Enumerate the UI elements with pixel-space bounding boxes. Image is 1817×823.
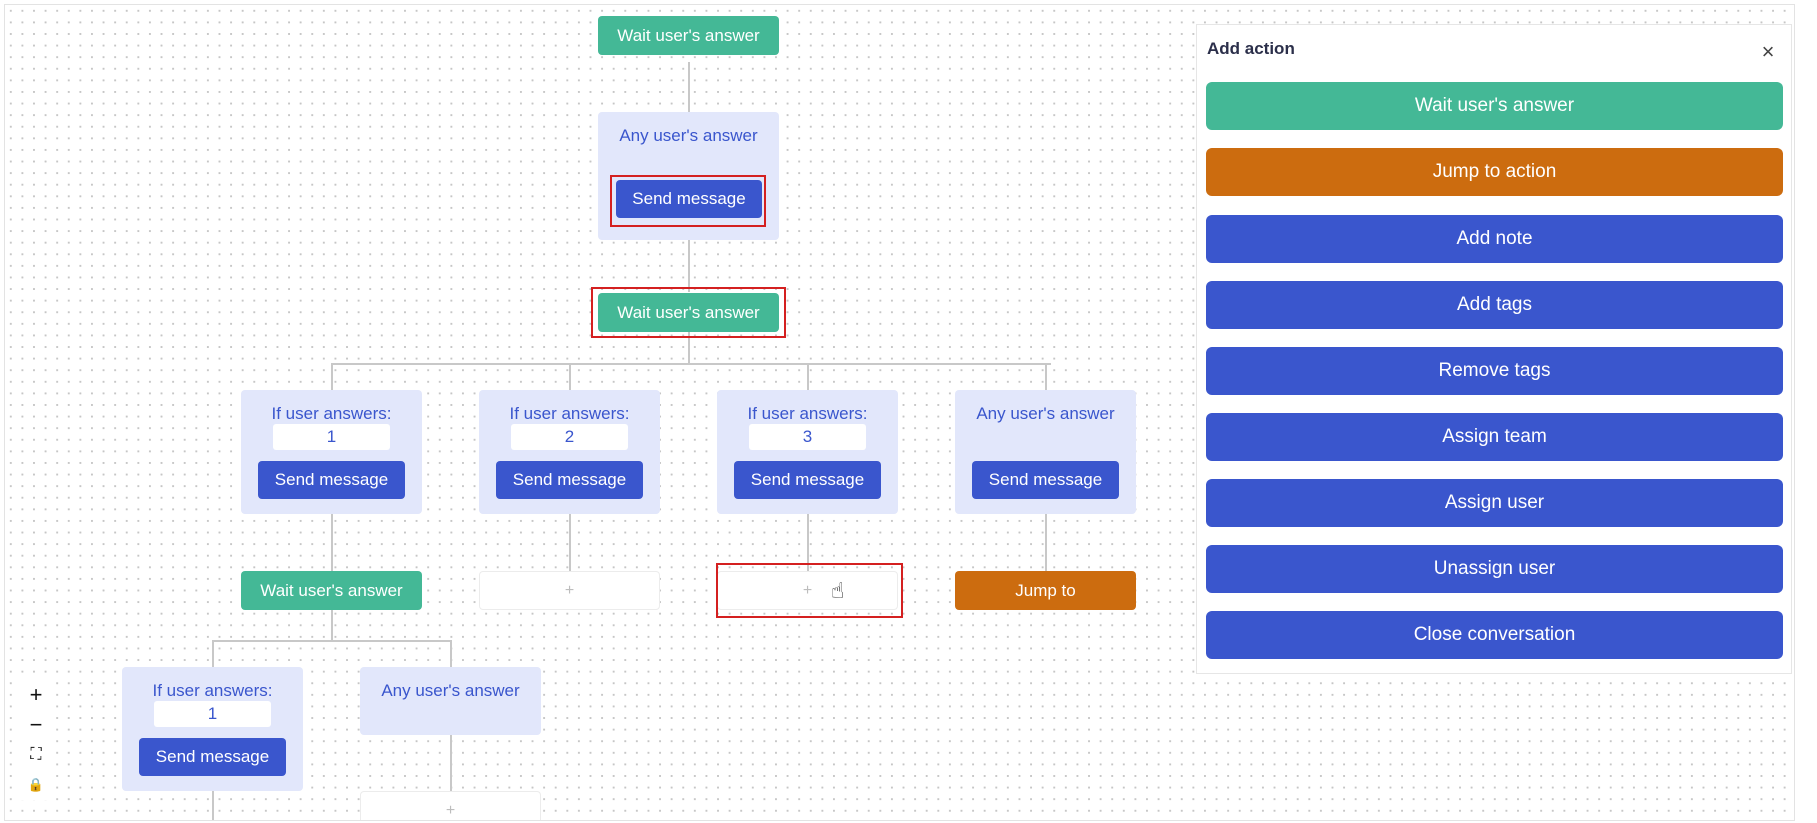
action-remove-tags-button[interactable]: Remove tags [1206,347,1783,395]
wait-answer-node[interactable]: Wait user's answer [598,16,779,55]
send-message-button[interactable]: Send message [258,461,405,499]
send-message-button[interactable]: Send message [496,461,643,499]
zoom-in-button[interactable]: + [21,680,51,710]
edge [569,363,571,391]
edge [569,513,571,573]
add-action-placeholder[interactable]: + [717,571,898,610]
any-answer-node[interactable]: Any user's answer Send message [598,112,779,240]
wait-answer-node[interactable]: Wait user's answer [598,293,779,332]
panel-title: Add action [1207,39,1295,58]
edge [688,62,690,116]
send-message-button[interactable]: Send message [139,738,286,776]
if-answers-node[interactable]: If user answers: 2 Send message [479,390,660,514]
edge [212,640,452,642]
edge [450,735,452,795]
edge [807,513,809,573]
action-close-conversation-button[interactable]: Close conversation [1206,611,1783,659]
if-answers-label: If user answers: [747,404,868,423]
zoom-out-button[interactable]: − [21,710,51,740]
close-icon[interactable]: × [1757,39,1779,64]
lock-button[interactable]: 🔒 [21,770,51,800]
fit-view-button[interactable]: ⛶ [21,740,51,770]
edge [331,363,333,391]
any-answer-label: Any user's answer [381,681,520,700]
any-answer-node[interactable]: Any user's answer Send message [955,390,1136,514]
action-assign-user-button[interactable]: Assign user [1206,479,1783,527]
if-answers-label: If user answers: [271,404,392,423]
add-action-placeholder[interactable]: + [479,571,660,610]
if-answers-label: If user answers: [509,404,630,423]
answer-value[interactable]: 1 [154,701,271,727]
add-action-placeholder[interactable]: + [360,791,541,820]
edge [331,513,333,573]
if-answers-node[interactable]: If user answers: 1 Send message [122,667,303,791]
action-jump-to-button[interactable]: Jump to action [1206,148,1783,196]
edge [212,790,214,820]
any-answer-label: Any user's answer [976,404,1115,423]
action-wait-answer-button[interactable]: Wait user's answer [1206,82,1783,130]
edge [688,331,690,365]
send-message-button[interactable]: Send message [734,461,881,499]
action-add-note-button[interactable]: Add note [1206,215,1783,263]
edge [212,640,214,670]
edge [1045,363,1047,391]
if-answers-label: If user answers: [152,681,273,700]
answer-value[interactable]: 1 [273,424,390,450]
edge [1045,513,1047,573]
edge [688,240,690,292]
answer-value[interactable]: 2 [511,424,628,450]
answer-value[interactable]: 3 [749,424,866,450]
edge [450,640,452,670]
action-assign-team-button[interactable]: Assign team [1206,413,1783,461]
any-answer-label: Any user's answer [619,126,758,145]
edge [331,610,333,642]
wait-answer-node[interactable]: Wait user's answer [241,571,422,610]
edge [331,363,1051,365]
jump-to-node[interactable]: Jump to [955,571,1136,610]
any-answer-node[interactable]: Any user's answer [360,667,541,735]
send-message-button[interactable]: Send message [616,180,762,218]
send-message-button[interactable]: Send message [972,461,1119,499]
add-action-panel: Add action × Wait user's answer Jump to … [1196,24,1792,674]
edge [807,363,809,391]
if-answers-node[interactable]: If user answers: 1 Send message [241,390,422,514]
if-answers-node[interactable]: If user answers: 3 Send message [717,390,898,514]
hand-cursor-icon: ☝ [831,578,845,603]
action-add-tags-button[interactable]: Add tags [1206,281,1783,329]
action-unassign-user-button[interactable]: Unassign user [1206,545,1783,593]
